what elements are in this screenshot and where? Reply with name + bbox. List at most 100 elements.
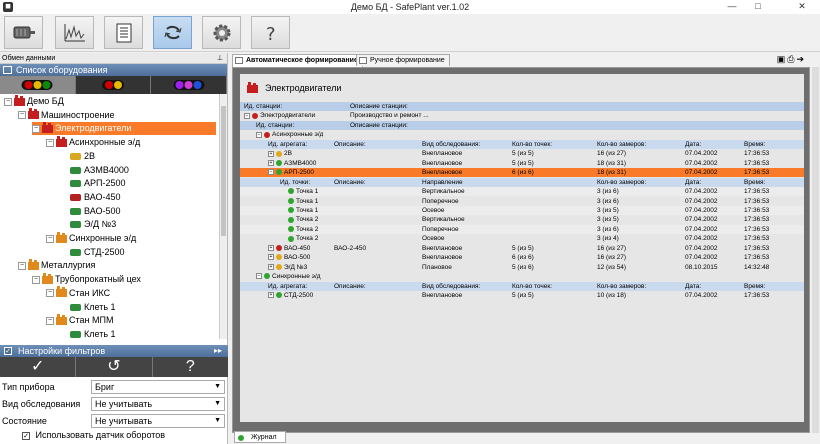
apply-button[interactable]: ✓: [0, 357, 77, 377]
document-icon: [235, 57, 243, 64]
report-row[interactable]: Точка 2 Поперечное 3 (из 6) 07.04.2002 17:36…: [240, 224, 804, 234]
collapse-icon[interactable]: −: [4, 97, 12, 106]
expand-toggle-icon[interactable]: +: [268, 245, 274, 252]
cell-text: 6 (из 6): [512, 254, 534, 262]
report-row[interactable]: Точка 1 Вертикальное 3 (из 6) 07.04.2002 17:…: [240, 187, 804, 197]
tree-node[interactable]: АЗМВ4000: [60, 164, 129, 177]
tab-auto-report[interactable]: Автоматическое формирование: [232, 54, 363, 67]
report-cell: Внеплановое: [422, 168, 462, 177]
status-dot-icon: [175, 81, 184, 89]
tree-node[interactable]: − Металлургия: [18, 259, 95, 272]
report-row[interactable]: + СТД-2500 Внеплановое 5 (из 5) 10 (из 18) 07…: [240, 291, 804, 300]
report-row[interactable]: − Асинхронные э/д: [240, 130, 804, 139]
save-icon[interactable]: ▣: [777, 54, 788, 64]
filter-alarm-states[interactable]: [75, 76, 152, 94]
tree-node[interactable]: − Трубопрокатный цех: [32, 272, 141, 286]
tab-journal[interactable]: Журнал: [234, 431, 286, 443]
report-row[interactable]: + Э/Д №3 Плановое 5 (из 6) 12 (из 54) 08.10.2…: [240, 263, 804, 272]
motor-button[interactable]: [4, 16, 43, 49]
cell-text: Внеплановое: [422, 254, 463, 262]
expand-toggle-icon[interactable]: +: [268, 150, 274, 157]
tree-node-label: Клеть 1: [84, 301, 116, 312]
close-button[interactable]: ✕: [790, 0, 814, 14]
report-row[interactable]: + ВАО-450 ВАО-2-450 Внеплановое 5 (из 5) 16 (…: [240, 244, 804, 253]
cell-text: 07.04.2002: [685, 225, 718, 233]
export-icon[interactable]: ➔: [796, 54, 806, 64]
tree-node[interactable]: − Машиностроение: [18, 108, 114, 122]
expand-toggle-icon[interactable]: +: [268, 292, 274, 299]
settings-button[interactable]: [202, 16, 241, 49]
report-row[interactable]: − Синхронные э/д: [240, 272, 804, 281]
collapse-checkbox-icon[interactable]: ✓: [4, 347, 12, 355]
tree-node-label: Демо БД: [27, 96, 64, 106]
collapse-icon[interactable]: −: [46, 289, 54, 298]
collapse-icon[interactable]: −: [32, 275, 40, 284]
collapse-icon[interactable]: −: [18, 111, 26, 120]
expand-toggle-icon[interactable]: +: [268, 159, 274, 166]
report-row[interactable]: Точка 2 Осевое 3 (из 4) 07.04.2002 17:36:53: [240, 234, 804, 243]
report-row[interactable]: + АЗМВ4000 Внеплановое 5 (из 5) 18 (из 31) 07…: [240, 159, 804, 168]
maximize-button[interactable]: □: [746, 0, 770, 14]
collapse-icon[interactable]: −: [32, 125, 40, 134]
expand-toggle-icon[interactable]: −: [256, 273, 262, 280]
tab-manual-report[interactable]: Ручное формирование: [356, 54, 450, 66]
tree-node[interactable]: АРП-2500: [60, 177, 126, 190]
report-row[interactable]: Точка 2 Вертикальное 3 (из 5) 07.04.2002 17:…: [240, 215, 804, 224]
status-dot-icon: [193, 81, 202, 89]
tree-scrollbar[interactable]: [219, 94, 227, 339]
tree-node[interactable]: ВАО-450: [60, 191, 121, 204]
factory-icon: [56, 313, 67, 325]
report-scrollbar[interactable]: [812, 67, 819, 433]
collapse-icon[interactable]: −: [18, 262, 26, 271]
report-row: Ид. станции: Описание станции:: [240, 120, 804, 130]
state-select[interactable]: Не учитывать ▼: [91, 414, 225, 428]
tree-node[interactable]: ВАО-500: [60, 205, 121, 218]
tree-node[interactable]: Э/Д №3: [60, 218, 116, 231]
expand-toggle-icon[interactable]: +: [268, 254, 274, 261]
tree-node[interactable]: 2В: [60, 150, 95, 163]
report-row[interactable]: − Электродвигатели Производство и ремонт .…: [240, 111, 804, 120]
sync-button[interactable]: [153, 16, 192, 49]
help-button[interactable]: ?: [251, 16, 290, 49]
report-cell: + ВАО-500: [268, 253, 310, 262]
cell-text: Точка 1: [296, 188, 319, 196]
report-row[interactable]: +2В Внеплановое 5 (из 5) 16 (из 27) 07.04.20…: [240, 149, 804, 158]
report-row[interactable]: + ВАО-500 Внеплановое 6 (из 6) 16 (из 27) 07.…: [240, 253, 804, 262]
expand-toggle-icon[interactable]: −: [256, 131, 262, 138]
collapse-icon[interactable]: −: [46, 316, 54, 325]
report-button[interactable]: [104, 16, 143, 49]
report-row[interactable]: Точка 1 Осевое 3 (из 5) 07.04.2002 17:36:53: [240, 205, 804, 215]
tree-node[interactable]: − Демо БД: [4, 94, 64, 108]
tree-node[interactable]: − Стан ИКС: [46, 286, 110, 300]
status-dot-icon: [104, 81, 113, 89]
tree-node[interactable]: − Стан МПМ: [46, 313, 113, 327]
report-row[interactable]: Точка 1 Поперечное 3 (из 6) 07.04.2002 17:36…: [240, 197, 804, 206]
collapse-icon[interactable]: −: [46, 138, 54, 147]
survey-type-select[interactable]: Не учитывать ▼: [91, 397, 225, 411]
filter-other-states[interactable]: [151, 76, 228, 94]
device-type-label: Тип прибора: [2, 382, 55, 392]
expand-toggle-icon[interactable]: −: [244, 112, 250, 119]
tree-node[interactable]: Клеть 1: [60, 301, 116, 314]
report-row[interactable]: − АРП-2500 Внеплановое 6 (из 6) 18 (из 31) 07…: [240, 168, 804, 178]
tree-node[interactable]: Клеть 1: [60, 328, 116, 339]
tree-node[interactable]: − Асинхронные э/д: [46, 135, 140, 149]
motor-icon: [70, 152, 81, 160]
collapse-icon[interactable]: −: [46, 234, 54, 243]
tree-node[interactable]: СТД-2500: [60, 246, 125, 259]
expand-toggle-icon[interactable]: +: [268, 263, 274, 270]
filter-all-states[interactable]: [0, 76, 76, 94]
filter-help-button[interactable]: ?: [153, 357, 228, 377]
expand-icon[interactable]: ▸▸: [214, 345, 222, 357]
expand-toggle-icon[interactable]: −: [268, 169, 274, 176]
tree-node[interactable]: − Электродвигатели: [32, 122, 216, 136]
report-cell: Ид. станции:: [244, 102, 282, 111]
minimize-button[interactable]: —: [720, 0, 744, 14]
speed-sensor-checkbox[interactable]: ✓: [22, 431, 30, 440]
scroll-thumb[interactable]: [221, 106, 226, 236]
reset-button[interactable]: ↺: [76, 357, 153, 377]
spectrum-button[interactable]: [55, 16, 94, 49]
pin-icon[interactable]: ⊥: [217, 53, 223, 64]
tree-node[interactable]: − Синхронные э/д: [46, 231, 136, 245]
device-type-select[interactable]: Бриг ▼: [91, 380, 225, 394]
